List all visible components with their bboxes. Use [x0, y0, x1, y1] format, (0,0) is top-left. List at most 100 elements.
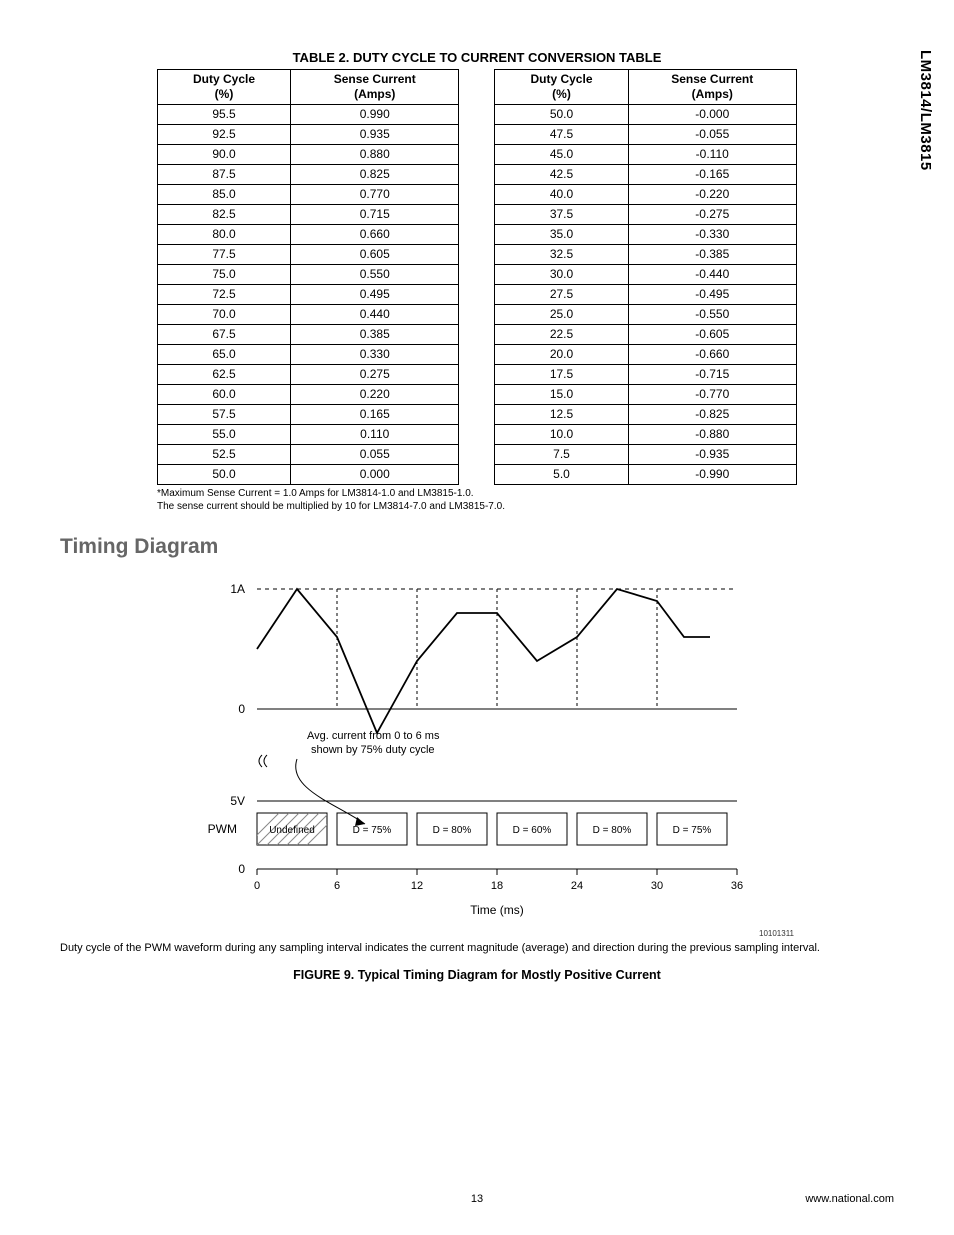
cell-sense-right: -0.550	[628, 305, 797, 325]
cell-duty-left: 52.5	[158, 445, 291, 465]
table-row: 57.50.16512.5-0.825	[158, 405, 797, 425]
cell-sense-right: -0.990	[628, 465, 797, 485]
pwm-seg-5: D = 75%	[673, 825, 712, 836]
cell-duty-right: 45.0	[495, 145, 628, 165]
cell-duty-left: 55.0	[158, 425, 291, 445]
cell-sense-left: 0.495	[291, 285, 459, 305]
x-tick-3: 18	[491, 880, 503, 892]
table-row: 62.50.27517.5-0.715	[158, 365, 797, 385]
table-row: 80.00.660 35.0-0.330	[158, 225, 797, 245]
timing-figure: 1A 0 Avg. current from 0 to 6 ms shown b…	[60, 569, 894, 982]
table-title: TABLE 2. DUTY CYCLE TO CURRENT CONVERSIO…	[157, 50, 797, 65]
cell-sense-right: -0.715	[628, 365, 797, 385]
table-row: 52.50.0557.5-0.935	[158, 445, 797, 465]
cell-sense-left: 0.055	[291, 445, 459, 465]
cell-sense-right: -0.825	[628, 405, 797, 425]
cell-sense-left: 0.880	[291, 145, 459, 165]
cell-duty-right: 50.0	[495, 105, 628, 125]
table-row: 70.00.44025.0-0.550	[158, 305, 797, 325]
pwm-seg-4: D = 80%	[593, 825, 632, 836]
cell-sense-left: 0.110	[291, 425, 459, 445]
y-label-0: 0	[238, 702, 245, 716]
col-header-duty-2: Duty Cycle(%)	[495, 70, 628, 105]
table-row: 72.50.49527.5-0.495	[158, 285, 797, 305]
x-tick-1: 6	[334, 880, 340, 892]
figure-caption: Duty cycle of the PWM waveform during an…	[60, 942, 894, 954]
cell-duty-left: 75.0	[158, 265, 291, 285]
cell-sense-left: 0.220	[291, 385, 459, 405]
cell-sense-right: -0.605	[628, 325, 797, 345]
figure-number: 10101311	[60, 929, 794, 938]
cell-sense-left: 0.660	[291, 225, 459, 245]
cell-duty-left: 70.0	[158, 305, 291, 325]
cell-duty-left: 90.0	[158, 145, 291, 165]
col-header-duty-1: Duty Cycle(%)	[158, 70, 291, 105]
cell-sense-right: -0.330	[628, 225, 797, 245]
cell-sense-right: -0.770	[628, 385, 797, 405]
cell-duty-left: 57.5	[158, 405, 291, 425]
table-spacer	[459, 365, 495, 385]
cell-duty-right: 42.5	[495, 165, 628, 185]
cell-duty-right: 5.0	[495, 465, 628, 485]
cell-duty-right: 30.0	[495, 265, 628, 285]
cell-duty-right: 27.5	[495, 285, 628, 305]
table-spacer	[459, 425, 495, 445]
table-row: 90.00.88045.0-0.110	[158, 145, 797, 165]
x-tick-5: 30	[651, 880, 663, 892]
table-spacer	[459, 325, 495, 345]
cell-duty-left: 80.0	[158, 225, 291, 245]
cell-duty-right: 22.5	[495, 325, 628, 345]
cell-sense-left: 0.385	[291, 325, 459, 345]
pwm-seg-2: D = 80%	[433, 825, 472, 836]
table-row: 82.50.71537.5-0.275	[158, 205, 797, 225]
cell-duty-left: 87.5	[158, 165, 291, 185]
cell-duty-left: 72.5	[158, 285, 291, 305]
cell-duty-left: 95.5	[158, 105, 291, 125]
cell-duty-left: 65.0	[158, 345, 291, 365]
x-tick-4: 24	[571, 880, 583, 892]
page-footer: 13 www.national.com	[60, 1193, 894, 1205]
cell-sense-right: -0.055	[628, 125, 797, 145]
table-spacer	[459, 70, 495, 105]
table-spacer	[459, 145, 495, 165]
cell-duty-left: 82.5	[158, 205, 291, 225]
pwm-seg-1: D = 75%	[353, 825, 392, 836]
cell-sense-left: 0.550	[291, 265, 459, 285]
table-row: 50.00.0005.0-0.990	[158, 465, 797, 485]
cell-duty-left: 77.5	[158, 245, 291, 265]
cell-sense-left: 0.330	[291, 345, 459, 365]
cell-duty-right: 12.5	[495, 405, 628, 425]
cell-duty-right: 20.0	[495, 345, 628, 365]
cell-duty-left: 60.0	[158, 385, 291, 405]
x-axis-label: Time (ms)	[470, 903, 524, 917]
table-spacer	[459, 345, 495, 365]
table-row: 92.50.935 47.5-0.055	[158, 125, 797, 145]
table-spacer	[459, 265, 495, 285]
y-label-1a: 1A	[230, 582, 245, 596]
table-row: 55.00.11010.0-0.880	[158, 425, 797, 445]
cell-sense-left: 0.935	[291, 125, 459, 145]
table-row: 95.50.99050.0-0.000	[158, 105, 797, 125]
cell-sense-right: -0.165	[628, 165, 797, 185]
table-footnote-2: The sense current should be multiplied b…	[157, 500, 797, 513]
table-spacer	[459, 285, 495, 305]
conversion-table-wrap: TABLE 2. DUTY CYCLE TO CURRENT CONVERSIO…	[157, 50, 797, 513]
cell-duty-right: 35.0	[495, 225, 628, 245]
table-spacer	[459, 245, 495, 265]
cell-duty-left: 92.5	[158, 125, 291, 145]
table-spacer	[459, 305, 495, 325]
table-row: 87.50.82542.5-0.165	[158, 165, 797, 185]
cell-duty-right: 17.5	[495, 365, 628, 385]
table-row: 77.50.60532.5-0.385	[158, 245, 797, 265]
pwm-seg-3: D = 60%	[513, 825, 552, 836]
cell-duty-right: 10.0	[495, 425, 628, 445]
table-spacer	[459, 225, 495, 245]
cell-duty-right: 47.5	[495, 125, 628, 145]
cell-sense-left: 0.990	[291, 105, 459, 125]
table-row: 67.50.38522.5-0.605	[158, 325, 797, 345]
table-footnote-1: *Maximum Sense Current = 1.0 Amps for LM…	[157, 487, 797, 500]
y-label-pwm: PWM	[208, 822, 237, 836]
cell-duty-right: 37.5	[495, 205, 628, 225]
cell-sense-right: -0.660	[628, 345, 797, 365]
y-label-5v: 5V	[230, 794, 245, 808]
